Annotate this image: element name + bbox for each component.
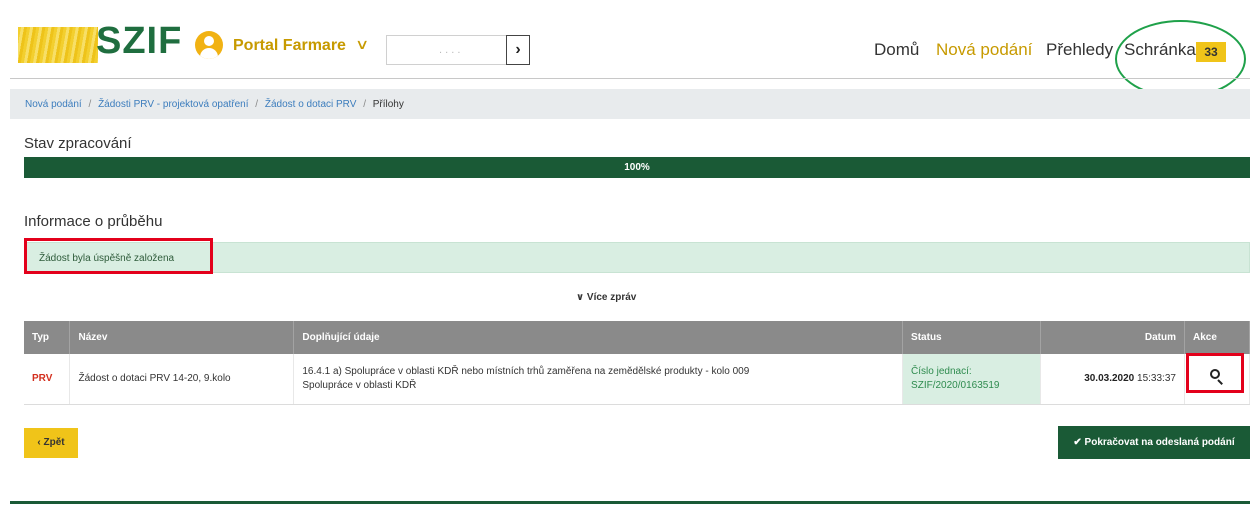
column-header-datum[interactable]: Datum: [1040, 321, 1185, 354]
breadcrumb-separator: /: [255, 99, 259, 110]
annotation-box-action: [1186, 353, 1244, 393]
nav-nova-podani[interactable]: Nová podání: [936, 40, 1032, 60]
cell-nazev: Žádost o dotaci PRV 14-20, 9.kolo: [69, 354, 295, 405]
header-divider: [10, 78, 1250, 79]
cell-doplnujici-line2: Spolupráce v oblasti KDŘ: [302, 379, 417, 391]
back-button[interactable]: ‹ Zpět: [24, 428, 78, 458]
breadcrumb-item-current: Přílohy: [372, 99, 404, 110]
breadcrumb-item-nova-podani[interactable]: Nová podání: [25, 99, 82, 110]
breadcrumb-separator: /: [363, 99, 366, 110]
submissions-table: Typ Název Doplňující údaje Status Datum …: [24, 321, 1251, 405]
wheat-field-logo-icon: [18, 27, 98, 63]
continue-to-sent-button[interactable]: ✔ Pokračovat na odeslaná podání: [1058, 426, 1250, 459]
cell-typ: PRV: [24, 354, 71, 405]
annotation-box-alert: [24, 238, 213, 274]
cell-doplnujici-line1: 16.4.1 a) Spolupráce v oblasti KDŘ nebo …: [302, 365, 750, 377]
chevron-down-icon[interactable]: ∨: [355, 36, 369, 53]
table-header-row: Typ Název Doplňující údaje Status Datum …: [24, 321, 1251, 354]
cell-datum-date: 30.03.2020: [1084, 372, 1135, 384]
footer-divider: [10, 501, 1250, 504]
processing-status-title: Stav zpracování: [24, 135, 132, 152]
breadcrumb-separator: /: [88, 99, 92, 110]
progress-label: 100%: [624, 162, 650, 173]
more-messages-toggle[interactable]: ∨ Více zpráv: [576, 292, 636, 303]
nav-prehledy[interactable]: Přehledy: [1046, 40, 1113, 60]
submit-arrow-button[interactable]: ›: [506, 35, 530, 65]
column-header-typ[interactable]: Typ: [24, 321, 71, 354]
cell-datum: 30.03.2020 15:33:37: [1040, 354, 1185, 405]
nav-domu[interactable]: Domů: [874, 40, 919, 60]
header: SZIF Portal Farmare ∨ . . . . › Domů Nov…: [0, 0, 1253, 98]
column-header-nazev[interactable]: Název: [69, 321, 295, 354]
column-header-akce: Akce: [1184, 321, 1251, 354]
szif-logo[interactable]: SZIF: [96, 20, 182, 63]
table-row: PRV Žádost o dotaci PRV 14-20, 9.kolo 16…: [24, 354, 1251, 405]
cell-status-reference: SZIF/2020/0163519: [911, 379, 1000, 391]
user-icon[interactable]: [195, 31, 223, 59]
cell-datum-time: 15:33:37: [1137, 372, 1176, 384]
cell-status-label: Číslo jednací:: [911, 365, 972, 377]
progress-bar: 100%: [24, 157, 1250, 178]
cell-status: Číslo jednací: SZIF/2020/0163519: [902, 354, 1042, 405]
portal-title[interactable]: Portal Farmare: [233, 37, 346, 55]
breadcrumb: Nová podání / Žádosti PRV - projektová o…: [10, 89, 1250, 119]
breadcrumb-item-zadost-o-dotaci[interactable]: Žádost o dotaci PRV: [265, 99, 357, 110]
cell-doplnujici: 16.4.1 a) Spolupráce v oblasti KDŘ nebo …: [293, 354, 904, 405]
breadcrumb-item-zadosti-prv[interactable]: Žádosti PRV - projektová opatření: [98, 99, 248, 110]
annotation-ellipse: [1115, 20, 1246, 98]
column-header-doplnujici[interactable]: Doplňující údaje: [293, 321, 904, 354]
subject-input[interactable]: . . . .: [386, 35, 506, 65]
progress-info-title: Informace o průběhu: [24, 213, 163, 230]
column-header-status[interactable]: Status: [902, 321, 1042, 354]
